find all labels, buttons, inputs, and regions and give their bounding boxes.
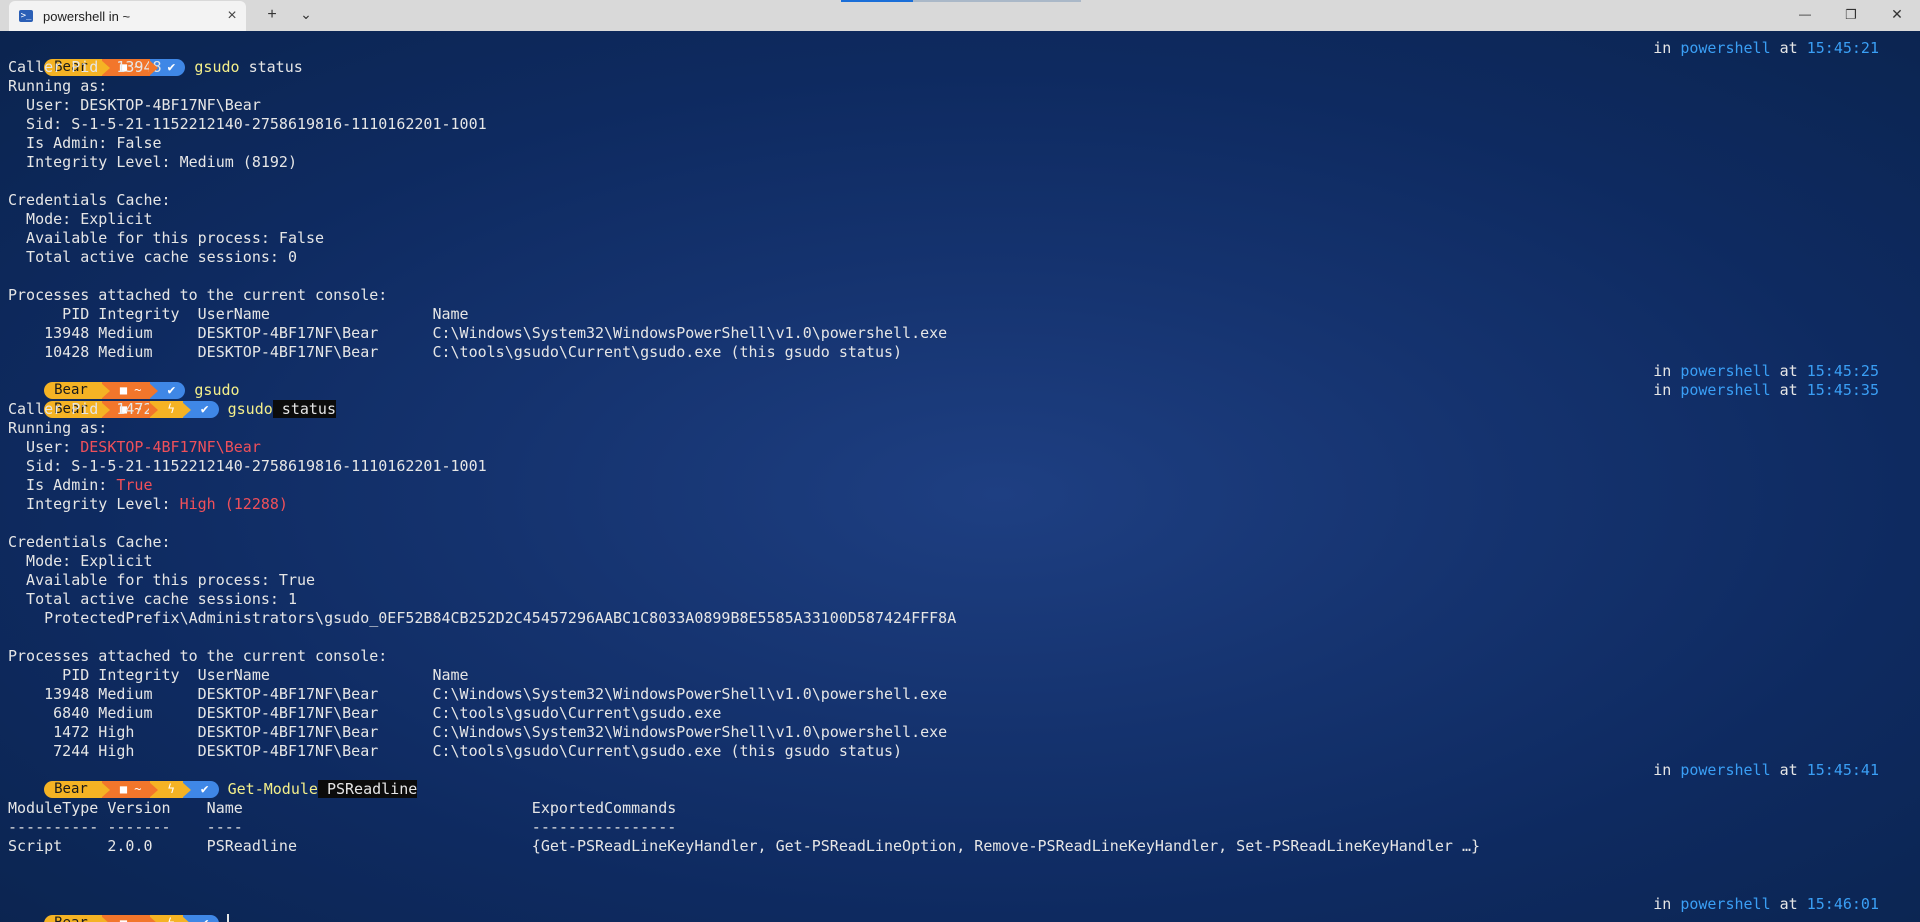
- prompt-user: Bear: [44, 915, 102, 922]
- new-tab-button[interactable]: +: [258, 0, 286, 31]
- output-line: Sid: S-1-5-21-1152212140-2758619816-1110…: [8, 115, 487, 133]
- output-line: ProtectedPrefix\Administrators\gsudo_0EF…: [8, 609, 957, 627]
- prompt-time: 15:45:41: [1806, 761, 1879, 779]
- title-bar: >_ powershell in ~ × + ⌄ — ❐ ✕: [0, 0, 1920, 31]
- tab-close-icon[interactable]: ×: [218, 7, 246, 25]
- prompt-right: in powershell at 15:45:21: [1653, 39, 1879, 57]
- output-line: 7244 High DESKTOP-4BF17NF\Bear C:\tools\…: [8, 742, 903, 760]
- output-line: Running as:: [8, 419, 108, 437]
- admin-value: True: [116, 476, 153, 494]
- tab-dropdown-button[interactable]: ⌄: [292, 0, 320, 31]
- prompt-line: Bear ■ ~ ϟ ✔ gsudo status: [8, 381, 336, 418]
- minimize-button[interactable]: —: [1782, 0, 1828, 31]
- command-args: status: [239, 58, 303, 76]
- text-cursor[interactable]: [226, 914, 229, 922]
- output-line: Available for this process: True: [8, 571, 316, 589]
- powershell-icon: >_: [19, 10, 33, 22]
- prompt-right: in powershell at 15:45:41: [1653, 761, 1879, 779]
- output-line: Total active cache sessions: 0: [8, 248, 297, 266]
- module-table-divider: ---------- ------- ---- ----------------: [8, 818, 677, 836]
- prompt-line: Bear ■ ~ ϟ ✔ Get-Module PSReadline: [8, 761, 418, 798]
- output-line: Processes attached to the current consol…: [8, 647, 388, 665]
- output-line: Running as:: [8, 77, 108, 95]
- output-line: User: DESKTOP-4BF17NF\Bear: [8, 438, 261, 456]
- output-line: PID Integrity UserName Name: [8, 305, 469, 323]
- command-args: status: [272, 400, 336, 418]
- command-args: PSReadline: [317, 780, 418, 798]
- prompt-user: Bear: [44, 781, 102, 798]
- prompt-time: 15:45:21: [1806, 39, 1879, 57]
- output-line: Processes attached to the current consol…: [8, 286, 388, 304]
- command: Get-Module: [227, 780, 318, 798]
- output-line: Is Admin: True: [8, 476, 153, 494]
- prompt-right: in powershell at 15:45:35: [1653, 381, 1879, 399]
- output-line: Caller Pid: 13948: [8, 58, 162, 76]
- command: gsudo: [227, 400, 273, 418]
- user-value: DESKTOP-4BF17NF\Bear: [80, 438, 261, 456]
- command: gsudo: [194, 58, 240, 76]
- output-line: Total active cache sessions: 1: [8, 590, 297, 608]
- module-table-row: Script 2.0.0 PSReadline {Get-PSReadLineK…: [8, 837, 1481, 855]
- tab-title: powershell in ~: [43, 8, 131, 24]
- terminal-pane[interactable]: Bear ■ ~ ✔ gsudo status in powershell at 1…: [0, 31, 1920, 922]
- output-line: Caller Pid: 1472: [8, 400, 153, 418]
- output-line: Integrity Level: Medium (8192): [8, 153, 297, 171]
- prompt-line: Bear ■ ~ ✔ gsudo status: [8, 39, 303, 76]
- prompt-right: in powershell at 15:46:01: [1653, 895, 1879, 913]
- maximize-button[interactable]: ❐: [1828, 0, 1874, 31]
- output-line: Is Admin: False: [8, 134, 162, 152]
- output-line: 6840 Medium DESKTOP-4BF17NF\Bear C:\tool…: [8, 704, 722, 722]
- close-button[interactable]: ✕: [1874, 0, 1920, 31]
- output-line: 10428 Medium DESKTOP-4BF17NF\Bear C:\too…: [8, 343, 903, 361]
- prompt-line[interactable]: Bear■ ~ϟ✔: [8, 895, 229, 922]
- prompt-time: 15:45:35: [1806, 381, 1879, 399]
- integrity-value: High (12288): [179, 495, 288, 513]
- prompt-segments: Bear■ ~ϟ✔: [44, 780, 219, 799]
- output-line: User: DESKTOP-4BF17NF\Bear: [8, 96, 261, 114]
- output-line: 13948 Medium DESKTOP-4BF17NF\Bear C:\Win…: [8, 685, 948, 703]
- prompt-time: 15:46:01: [1806, 895, 1879, 913]
- output-line: 13948 Medium DESKTOP-4BF17NF\Bear C:\Win…: [8, 324, 948, 342]
- output-line: Sid: S-1-5-21-1152212140-2758619816-1110…: [8, 457, 487, 475]
- prompt-right: in powershell at 15:45:25: [1653, 362, 1879, 380]
- output-line: Available for this process: False: [8, 229, 325, 247]
- taskbar-progress: [841, 0, 1081, 2]
- module-table-header: ModuleType Version Name ExportedCommands: [8, 799, 677, 817]
- output-line: 1472 High DESKTOP-4BF17NF\Bear C:\Window…: [8, 723, 948, 741]
- output-line: Credentials Cache:: [8, 533, 171, 551]
- prompt-time: 15:45:25: [1806, 362, 1879, 380]
- prompt-line: Bear ■ ~ ✔ gsudo: [8, 362, 240, 399]
- taskbar-progress-fill: [841, 0, 913, 2]
- output-line: PID Integrity UserName Name: [8, 666, 469, 684]
- output-line: Mode: Explicit: [8, 552, 153, 570]
- output-line: Mode: Explicit: [8, 210, 153, 228]
- output-line: Integrity Level: High (12288): [8, 495, 288, 513]
- prompt-segments: Bear■ ~ϟ✔: [44, 914, 219, 922]
- tab-powershell[interactable]: >_ powershell in ~ ×: [9, 1, 246, 31]
- output-line: Credentials Cache:: [8, 191, 171, 209]
